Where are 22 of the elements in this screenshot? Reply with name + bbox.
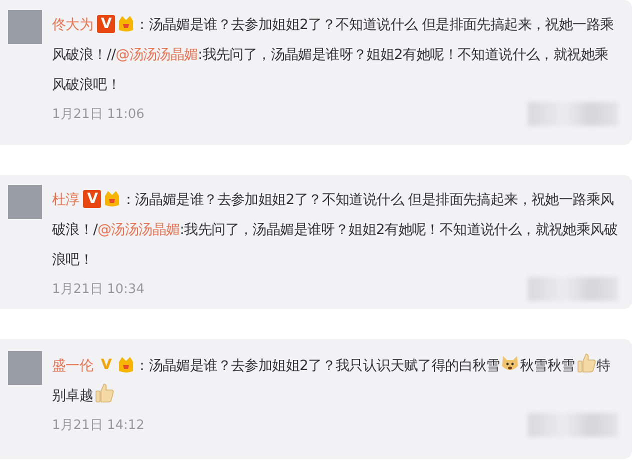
user-name-link[interactable]: 杜淳 — [52, 192, 80, 208]
timestamp: 1月21日 10:34 — [52, 281, 144, 298]
avatar-placeholder[interactable] — [8, 185, 42, 219]
mention-link[interactable]: @汤汤汤晶媚 — [116, 47, 198, 63]
comment-text: 佟大为 V ：汤晶媚是谁？去参加姐姐2了？不知道说什么 但是排面先搞起来，祝她一路乘风破浪！//@汤汤汤晶媚:我先问了，汤晶媚是谁呀？姐姐2有她呢！不知道说什么，就祝她乘风破浪吧！ — [52, 10, 618, 100]
comment-text: 杜淳 V ：汤晶媚是谁？去参加姐姐2了？不知道说什么 但是排面先搞起来，祝她一路乘风破浪！/@汤汤汤晶媚:我先问了，汤晶媚是谁呀？姐姐2有她呢！不知道说什么，就祝她乘风破浪吧！ — [52, 185, 618, 275]
timestamp: 1月21日 11:06 — [52, 106, 144, 123]
crown-icon — [117, 13, 136, 33]
verified-label: V — [97, 15, 116, 33]
user-name-link[interactable]: 盛一伦 — [52, 358, 94, 374]
avatar-placeholder[interactable] — [8, 10, 42, 44]
verified-label: V — [100, 356, 112, 374]
thumbs-up-icon — [574, 352, 597, 374]
timestamp: 1月21日 14:12 — [52, 417, 144, 434]
comment-text: 盛一伦 V ：汤晶媚是谁？去参加姐姐2了？我只认识天赋了得的白秋雪 秋雪秋雪 特别卓越 — [52, 351, 618, 411]
verified-label: V — [83, 190, 102, 208]
avatar-placeholder[interactable] — [8, 351, 42, 385]
mention-link[interactable]: @汤汤汤晶媚 — [98, 222, 180, 238]
thumbs-up-icon — [93, 382, 116, 404]
user-name-link[interactable]: 佟大为 — [52, 17, 94, 33]
crown-icon — [103, 188, 122, 208]
crown-icon — [117, 354, 136, 374]
